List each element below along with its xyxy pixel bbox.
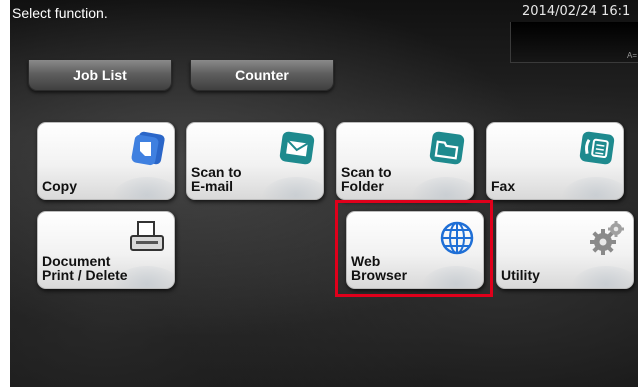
tile-glow [112, 177, 174, 199]
datetime-display: 2014/02/24 16:1 [522, 4, 631, 19]
utility-button[interactable]: Utility [496, 211, 634, 289]
fax-icon [579, 131, 615, 165]
tile-glow [411, 177, 473, 199]
tile-label: Document Print / Delete [42, 253, 128, 283]
scan-to-folder-button[interactable]: Scan to Folder [336, 122, 474, 200]
status-area: A= [510, 22, 638, 63]
panel-screen: Select function. 2014/02/24 16:1 A= Job … [10, 0, 638, 387]
tile-label: Fax [491, 178, 516, 194]
copy-button[interactable]: Copy [37, 122, 175, 200]
counter-tab[interactable]: Counter [190, 60, 334, 91]
fax-button[interactable]: Fax [486, 122, 624, 200]
highlight-frame [335, 200, 493, 297]
tile-label: Utility [501, 267, 540, 283]
tile-glow [571, 266, 633, 288]
folder-icon [429, 131, 465, 165]
envelope-icon [279, 131, 315, 165]
page-title: Select function. [12, 5, 108, 21]
gear-icon [590, 221, 624, 255]
copy-icon [131, 131, 165, 166]
tile-label: Scan to Folder [341, 164, 392, 194]
tile-label: Scan to E-mail [191, 164, 242, 194]
scan-to-email-button[interactable]: Scan to E-mail [186, 122, 324, 200]
status-glyph: A= [626, 51, 637, 60]
tile-label: Copy [42, 178, 77, 194]
job-list-tab[interactable]: Job List [28, 60, 172, 91]
document-print-delete-button[interactable]: Document Print / Delete [37, 211, 175, 289]
tile-glow [261, 177, 323, 199]
document-print-icon [130, 221, 164, 251]
tile-glow [561, 177, 623, 199]
